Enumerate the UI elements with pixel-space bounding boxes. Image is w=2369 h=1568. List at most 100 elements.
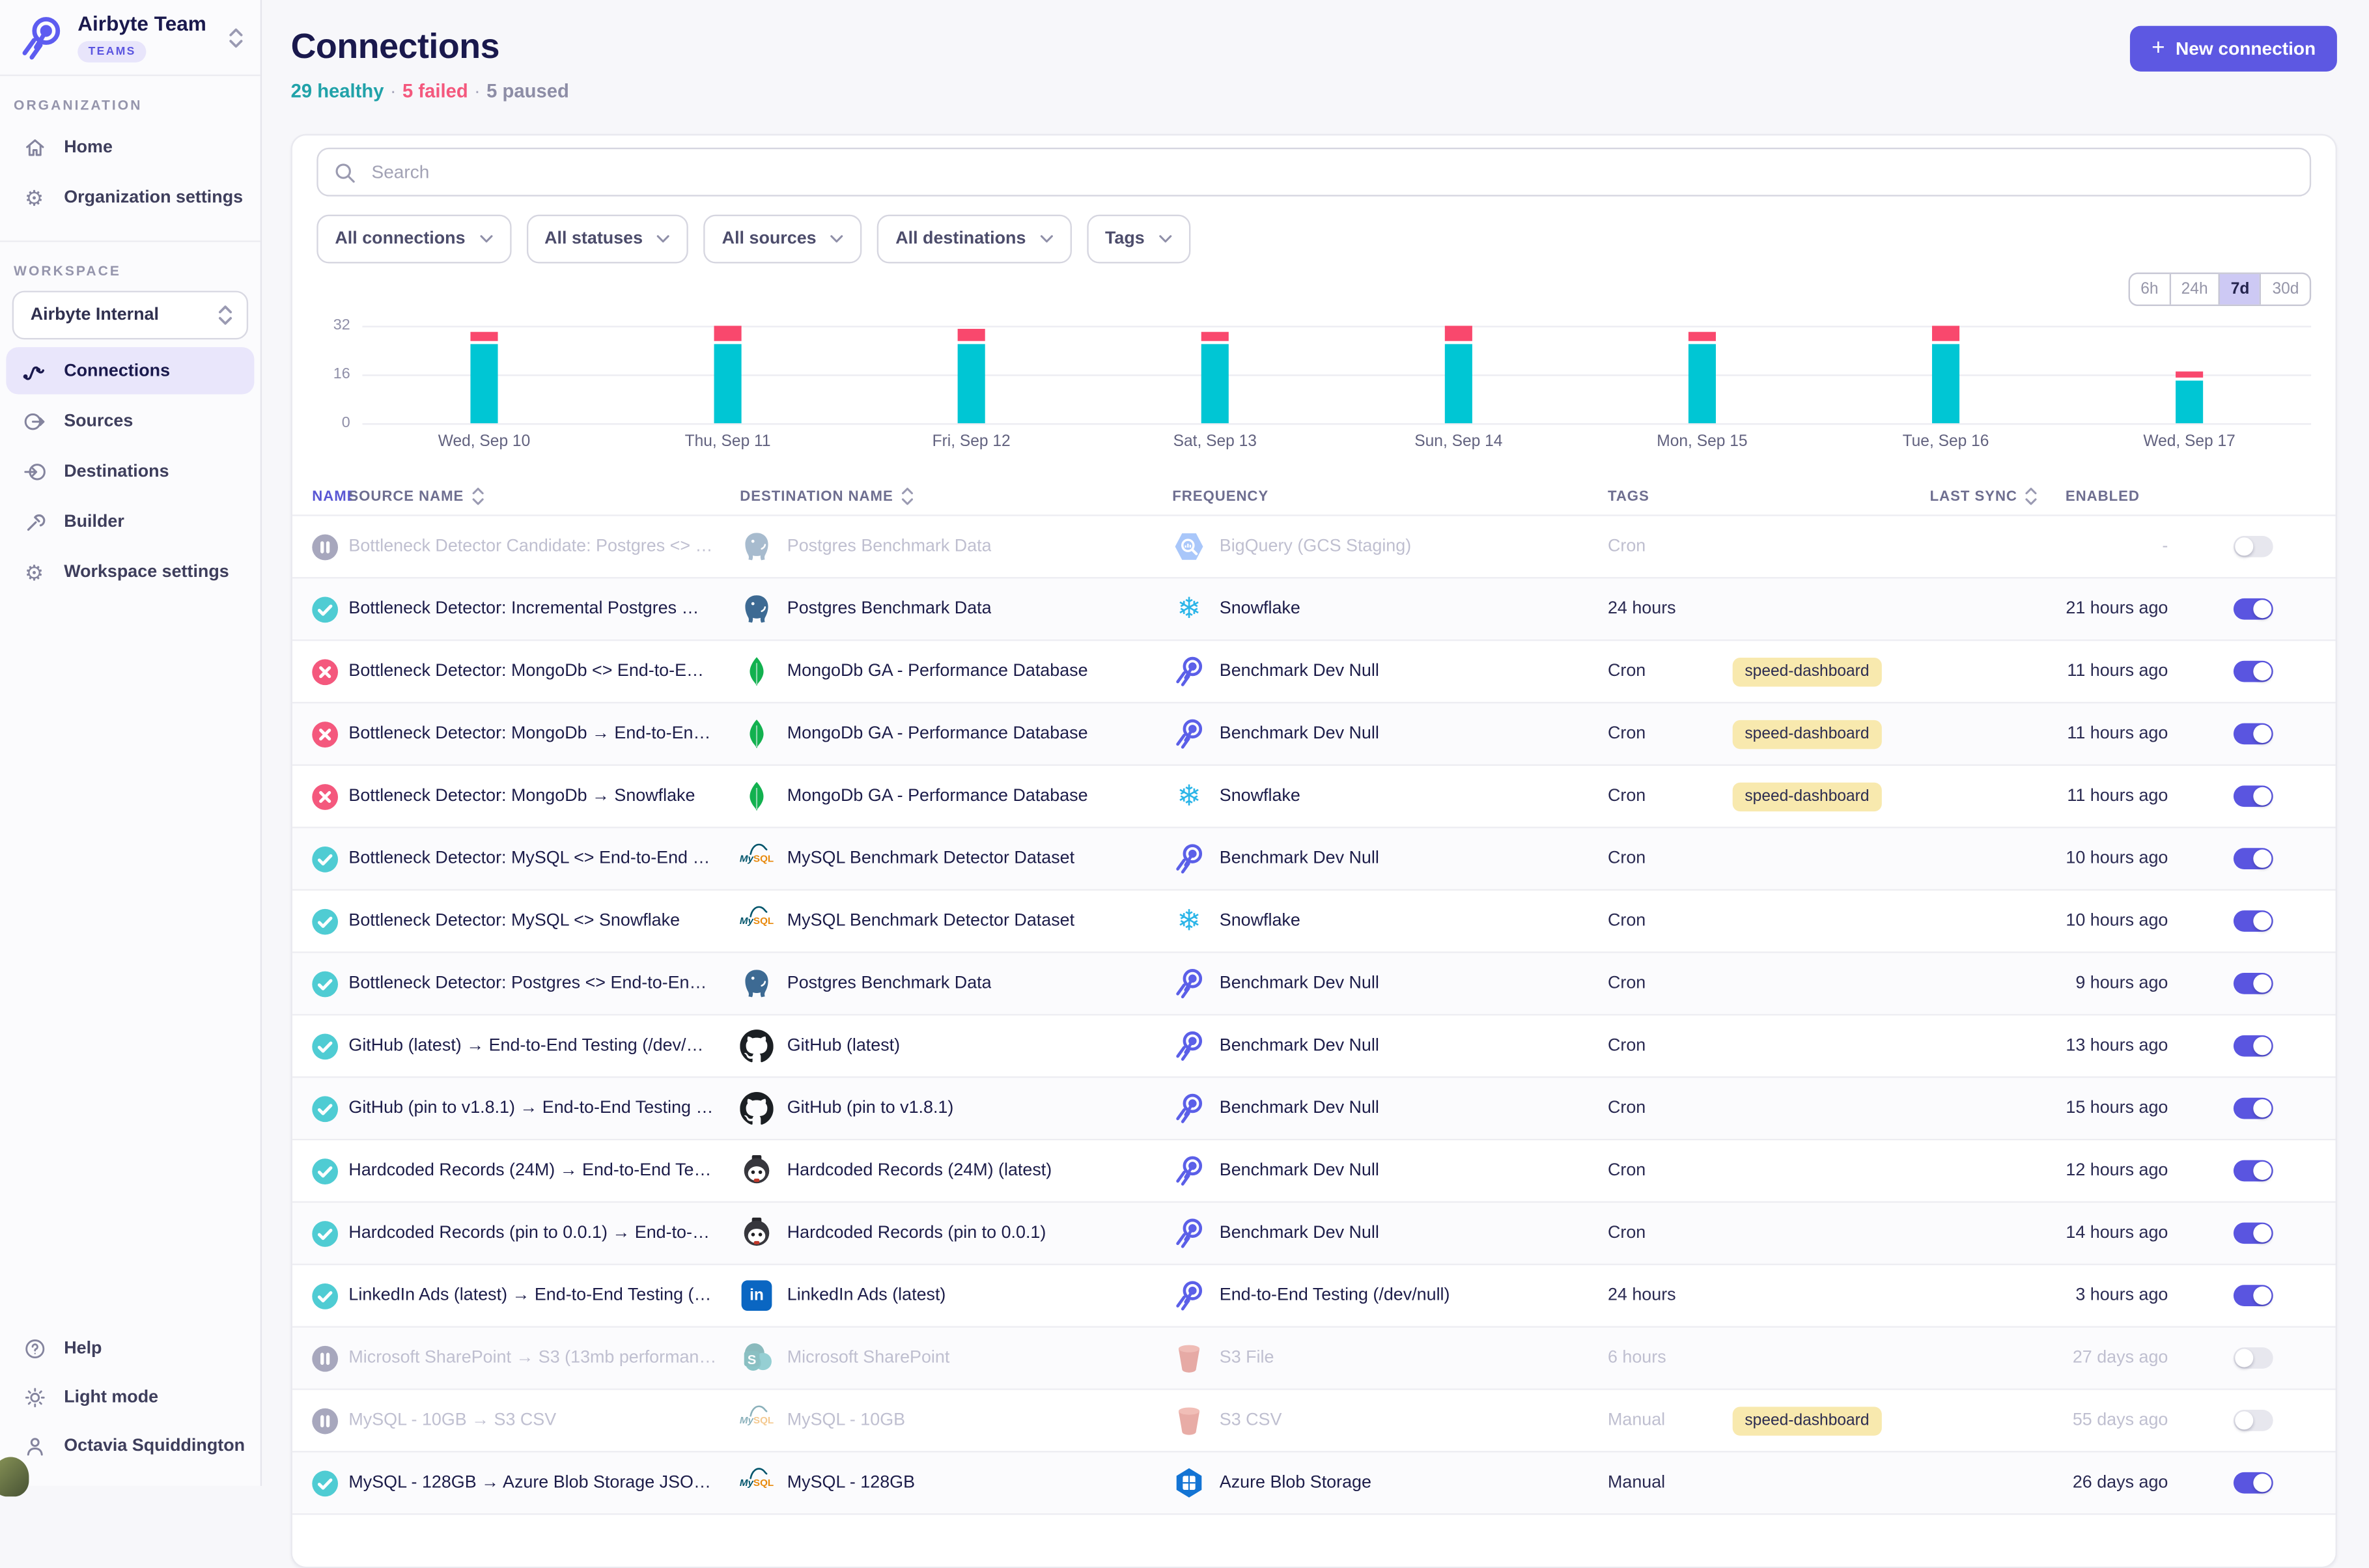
time-range-6h[interactable]: 6h (2130, 274, 2169, 305)
table-row[interactable]: GitHub (latest) → End-to-End Testing (/d… (292, 1014, 2336, 1076)
org-badge: TEAMS (77, 40, 147, 62)
enabled-toggle[interactable] (2233, 1222, 2273, 1244)
sidebar-item-label: Light mode (64, 1388, 158, 1406)
org-switcher[interactable]: Airbyte Team TEAMS (0, 0, 260, 76)
search-input[interactable] (369, 160, 2295, 184)
enabled-toggle[interactable] (2233, 1098, 2273, 1119)
status-healthy-icon (312, 1220, 338, 1246)
filter-all-destinations[interactable]: All destinations (877, 215, 1071, 264)
source-cell: Postgres Benchmark Data (740, 592, 1172, 625)
table-row[interactable]: LinkedIn Ads (latest) → End-to-End Testi… (292, 1264, 2336, 1326)
workspace-selector[interactable]: Airbyte Internal (12, 291, 248, 340)
filter-all-statuses[interactable]: All statuses (526, 215, 688, 264)
enabled-toggle[interactable] (2233, 1410, 2273, 1431)
bar-failed (470, 332, 498, 341)
enabled-toggle[interactable] (2233, 1285, 2273, 1306)
org-name: Airbyte Team (77, 12, 227, 35)
table-row[interactable]: Microsoft SharePoint → S3 (13mb performa… (292, 1326, 2336, 1388)
x-axis-label: Wed, Sep 10 (362, 432, 606, 451)
enabled-toggle[interactable] (2233, 723, 2273, 745)
table-row[interactable]: Hardcoded Records (pin to 0.0.1) → End-t… (292, 1201, 2336, 1264)
enabled-toggle[interactable] (2233, 910, 2273, 932)
gear-icon: ⚙ (21, 559, 48, 585)
filter-all-connections[interactable]: All connections (316, 215, 511, 264)
table-row[interactable]: Bottleneck Detector: MySQL <> End-to-End… (292, 827, 2336, 889)
table-row-partial (292, 1513, 2336, 1568)
enabled-toggle[interactable] (2233, 785, 2273, 807)
table-row[interactable]: Bottleneck Detector: MongoDb → Snowflake… (292, 764, 2336, 827)
status-paused-icon (312, 1408, 338, 1434)
sidebar-item-light-mode[interactable]: Light mode (6, 1373, 254, 1420)
table-row[interactable]: Hardcoded Records (24M) → End-to-End Te…… (292, 1139, 2336, 1201)
enabled-cell (2168, 598, 2337, 620)
search-icon (333, 161, 356, 184)
time-range-selector: 6h24h7d30d (316, 273, 2311, 306)
filter-tags[interactable]: Tags (1087, 215, 1190, 264)
destination-name: Snowflake (1220, 600, 1300, 618)
table-row[interactable]: GitHub (pin to v1.8.1) → End-to-End Test… (292, 1076, 2336, 1139)
enabled-toggle[interactable] (2233, 1347, 2273, 1369)
gear-icon: ⚙ (21, 184, 48, 210)
enabled-toggle[interactable] (2233, 661, 2273, 682)
section-workspace: WORKSPACE (14, 263, 260, 278)
last-sync: 55 days ago (2037, 1411, 2168, 1429)
table-row[interactable]: Bottleneck Detector: MongoDb <> End-to-E… (292, 639, 2336, 702)
enabled-toggle[interactable] (2233, 1472, 2273, 1494)
column-header-name[interactable]: Name (312, 488, 348, 505)
source-name: MongoDb GA - Performance Database (787, 787, 1088, 805)
time-range-30d[interactable]: 30d (2260, 274, 2310, 305)
time-range-7d[interactable]: 7d (2219, 274, 2260, 305)
frequency: Cron (1608, 1162, 1733, 1180)
source-cell: Postgres Benchmark Data (740, 530, 1172, 563)
tag-chip: speed-dashboard (1733, 657, 1882, 686)
status-failed-icon (312, 721, 338, 747)
sidebar-item-builder[interactable]: Builder (6, 498, 254, 545)
enabled-cell (2168, 1410, 2337, 1431)
time-range-24h[interactable]: 24h (2169, 274, 2219, 305)
bar-failed (1932, 326, 1959, 341)
table-row[interactable]: Bottleneck Detector: Postgres <> End-to-… (292, 951, 2336, 1014)
sidebar-item-destinations[interactable]: Destinations (6, 447, 254, 494)
sidebar-item-connections[interactable]: Connections (6, 347, 254, 394)
enabled-toggle[interactable] (2233, 973, 2273, 994)
table-row[interactable]: Bottleneck Detector: MongoDb → End-to-En… (292, 702, 2336, 764)
filter-all-sources[interactable]: All sources (704, 215, 862, 264)
table-row[interactable]: MySQL - 10GB → S3 CSVMySQLMySQL - 10GBS3… (292, 1388, 2336, 1451)
enabled-toggle[interactable] (2233, 536, 2273, 557)
bar-group (1093, 326, 1337, 423)
table-row[interactable]: Bottleneck Detector: Incremental Postgre… (292, 577, 2336, 639)
enabled-toggle[interactable] (2233, 598, 2273, 620)
table-row[interactable]: MySQL - 128GB → Azure Blob Storage JSOn … (292, 1451, 2336, 1513)
enabled-toggle[interactable] (2233, 1160, 2273, 1182)
table-row[interactable]: Bottleneck Detector: MySQL <> SnowflakeM… (292, 889, 2336, 951)
enabled-cell (2168, 1472, 2337, 1494)
new-connection-button[interactable]: + New connection (2130, 26, 2336, 72)
status-paused-icon (312, 1345, 338, 1371)
sidebar-item-organization-settings[interactable]: ⚙ Organization settings (6, 174, 254, 221)
s3-icon (1172, 1341, 1205, 1375)
sidebar-item-sources[interactable]: Sources (6, 397, 254, 444)
destination-cell: BigQuery (GCS Staging) (1172, 530, 1608, 563)
bar-group (1337, 326, 1580, 423)
enabled-cell (2168, 1160, 2337, 1182)
column-header-destination-name[interactable]: Destination name (740, 487, 1172, 505)
enabled-toggle[interactable] (2233, 848, 2273, 869)
destination-cell: Benchmark Dev Null (1172, 1154, 1608, 1187)
column-header-last-sync[interactable]: Last sync (1733, 487, 2038, 505)
sidebar-item-user[interactable]: Octavia Squiddington (6, 1422, 254, 1469)
source-cell: MySQLMySQL Benchmark Detector Dataset (740, 904, 1172, 938)
connection-name: LinkedIn Ads (latest) → End-to-End Testi… (348, 1287, 740, 1305)
sidebar-item-home[interactable]: Home (6, 123, 254, 170)
sidebar-item-help[interactable]: Help (6, 1324, 254, 1371)
sidebar-item-label: Octavia Squiddington (64, 1436, 245, 1455)
column-header-source-name[interactable]: Source name (348, 487, 740, 505)
frequency: Cron (1608, 1224, 1733, 1242)
destination-cell: ❄Snowflake (1172, 904, 1608, 938)
bar-failed (1201, 332, 1229, 341)
tag-chip: speed-dashboard (1733, 1407, 1882, 1435)
table-row[interactable]: Bottleneck Detector Candidate: Postgres … (292, 514, 2336, 577)
status-cell (312, 596, 348, 622)
enabled-toggle[interactable] (2233, 1035, 2273, 1057)
sidebar-item-workspace-settings[interactable]: ⚙ Workspace settings (6, 548, 254, 595)
sidebar-item-label: Workspace settings (64, 563, 229, 581)
